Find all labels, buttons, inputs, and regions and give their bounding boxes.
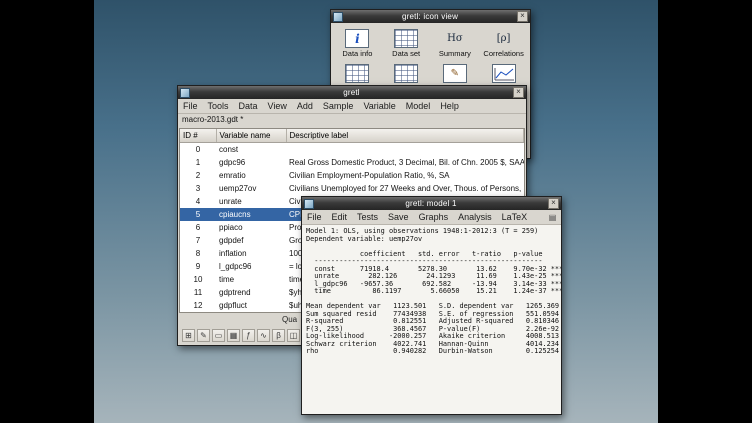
session-item-data-set[interactable]: Data set xyxy=(382,29,431,58)
menu-view[interactable]: View xyxy=(263,101,292,111)
menu-latex[interactable]: LaTeX xyxy=(497,212,533,222)
col-header-label[interactable]: Descriptive label xyxy=(286,129,524,143)
menu-analysis[interactable]: Analysis xyxy=(453,212,497,222)
col-header-id[interactable]: ID # xyxy=(180,129,216,143)
window-menu-icon[interactable] xyxy=(333,12,343,22)
dataset-filename: macro-2013.gdt * xyxy=(178,114,526,128)
window-title: gretl: icon view xyxy=(345,12,515,21)
window-menu-icon[interactable] xyxy=(180,88,190,98)
model-icon[interactable]: β xyxy=(272,329,285,342)
session-icon-view-icon[interactable]: ▦ xyxy=(227,329,240,342)
screen: gretl: icon view × i Data info Data set … xyxy=(0,0,752,423)
variable-row[interactable]: 2 emratio Civilian Employment-Population… xyxy=(180,169,524,182)
icon-label: Summary xyxy=(439,49,471,58)
window-menu-icon[interactable] xyxy=(304,199,314,209)
menu-tools[interactable]: Tools xyxy=(203,101,234,111)
model-output: Model 1: OLS, using observations 1948:1-… xyxy=(302,225,561,414)
close-icon[interactable]: × xyxy=(513,87,524,98)
session-item-summary[interactable]: Hσ Summary xyxy=(431,29,480,58)
variable-row[interactable]: 3 uemp27ov Civilians Unemployed for 27 W… xyxy=(180,182,524,195)
menu-data[interactable]: Data xyxy=(234,101,263,111)
table-header-row: ID # Variable name Descriptive label xyxy=(180,129,524,143)
menu-edit[interactable]: Edit xyxy=(327,212,353,222)
correlations-icon: [ρ] xyxy=(492,29,516,48)
notes-icon: ✎ xyxy=(443,64,467,83)
close-icon[interactable]: × xyxy=(548,198,559,209)
console-icon[interactable]: ▭ xyxy=(212,329,225,342)
window-title: gretl xyxy=(192,88,511,97)
new-script-icon[interactable]: ✎ xyxy=(197,329,210,342)
graph-icon[interactable]: ∿ xyxy=(257,329,270,342)
databases-icon[interactable]: ◫ xyxy=(287,329,300,342)
variable-row[interactable]: 1 gdpc96 Real Gross Domestic Product, 3 … xyxy=(180,156,524,169)
model-table-icon xyxy=(345,64,369,83)
main-titlebar[interactable]: gretl × xyxy=(178,86,526,99)
model-menubar: File Edit Tests Save Graphs Analysis LaT… xyxy=(302,210,561,225)
graph-page-icon xyxy=(492,64,516,83)
icon-label: Correlations xyxy=(483,49,523,58)
menu-save[interactable]: Save xyxy=(383,212,414,222)
data-info-icon: i xyxy=(345,29,369,48)
summary-icon: Hσ xyxy=(443,29,467,48)
col-header-name[interactable]: Variable name xyxy=(216,129,286,143)
data-set-icon xyxy=(394,29,418,48)
menu-graphs[interactable]: Graphs xyxy=(414,212,454,222)
menu-file[interactable]: File xyxy=(302,212,327,222)
close-icon[interactable]: × xyxy=(517,11,528,22)
icon-view-titlebar[interactable]: gretl: icon view × xyxy=(331,10,530,23)
add-to-session-icon[interactable]: ▤ xyxy=(547,212,558,223)
icon-label: Data set xyxy=(392,49,420,58)
function-packages-icon[interactable]: ƒ xyxy=(242,329,255,342)
session-item-data-info[interactable]: i Data info xyxy=(333,29,382,58)
icon-label: Data info xyxy=(342,49,372,58)
menu-variable[interactable]: Variable xyxy=(358,101,400,111)
scalars-icon xyxy=(394,64,418,83)
menu-tests[interactable]: Tests xyxy=(352,212,383,222)
menu-model[interactable]: Model xyxy=(401,101,436,111)
menu-help[interactable]: Help xyxy=(435,101,464,111)
main-menubar: File Tools Data View Add Sample Variable… xyxy=(178,99,526,114)
menu-add[interactable]: Add xyxy=(292,101,318,111)
menu-sample[interactable]: Sample xyxy=(318,101,359,111)
variable-row[interactable]: 0 const xyxy=(180,143,524,157)
model-titlebar[interactable]: gretl: model 1 × xyxy=(302,197,561,210)
menu-file[interactable]: File xyxy=(178,101,203,111)
session-item-correlations[interactable]: [ρ] Correlations xyxy=(479,29,528,58)
calculator-icon[interactable]: ⊞ xyxy=(182,329,195,342)
model-window: gretl: model 1 × File Edit Tests Save Gr… xyxy=(301,196,562,415)
window-title: gretl: model 1 xyxy=(316,199,546,208)
